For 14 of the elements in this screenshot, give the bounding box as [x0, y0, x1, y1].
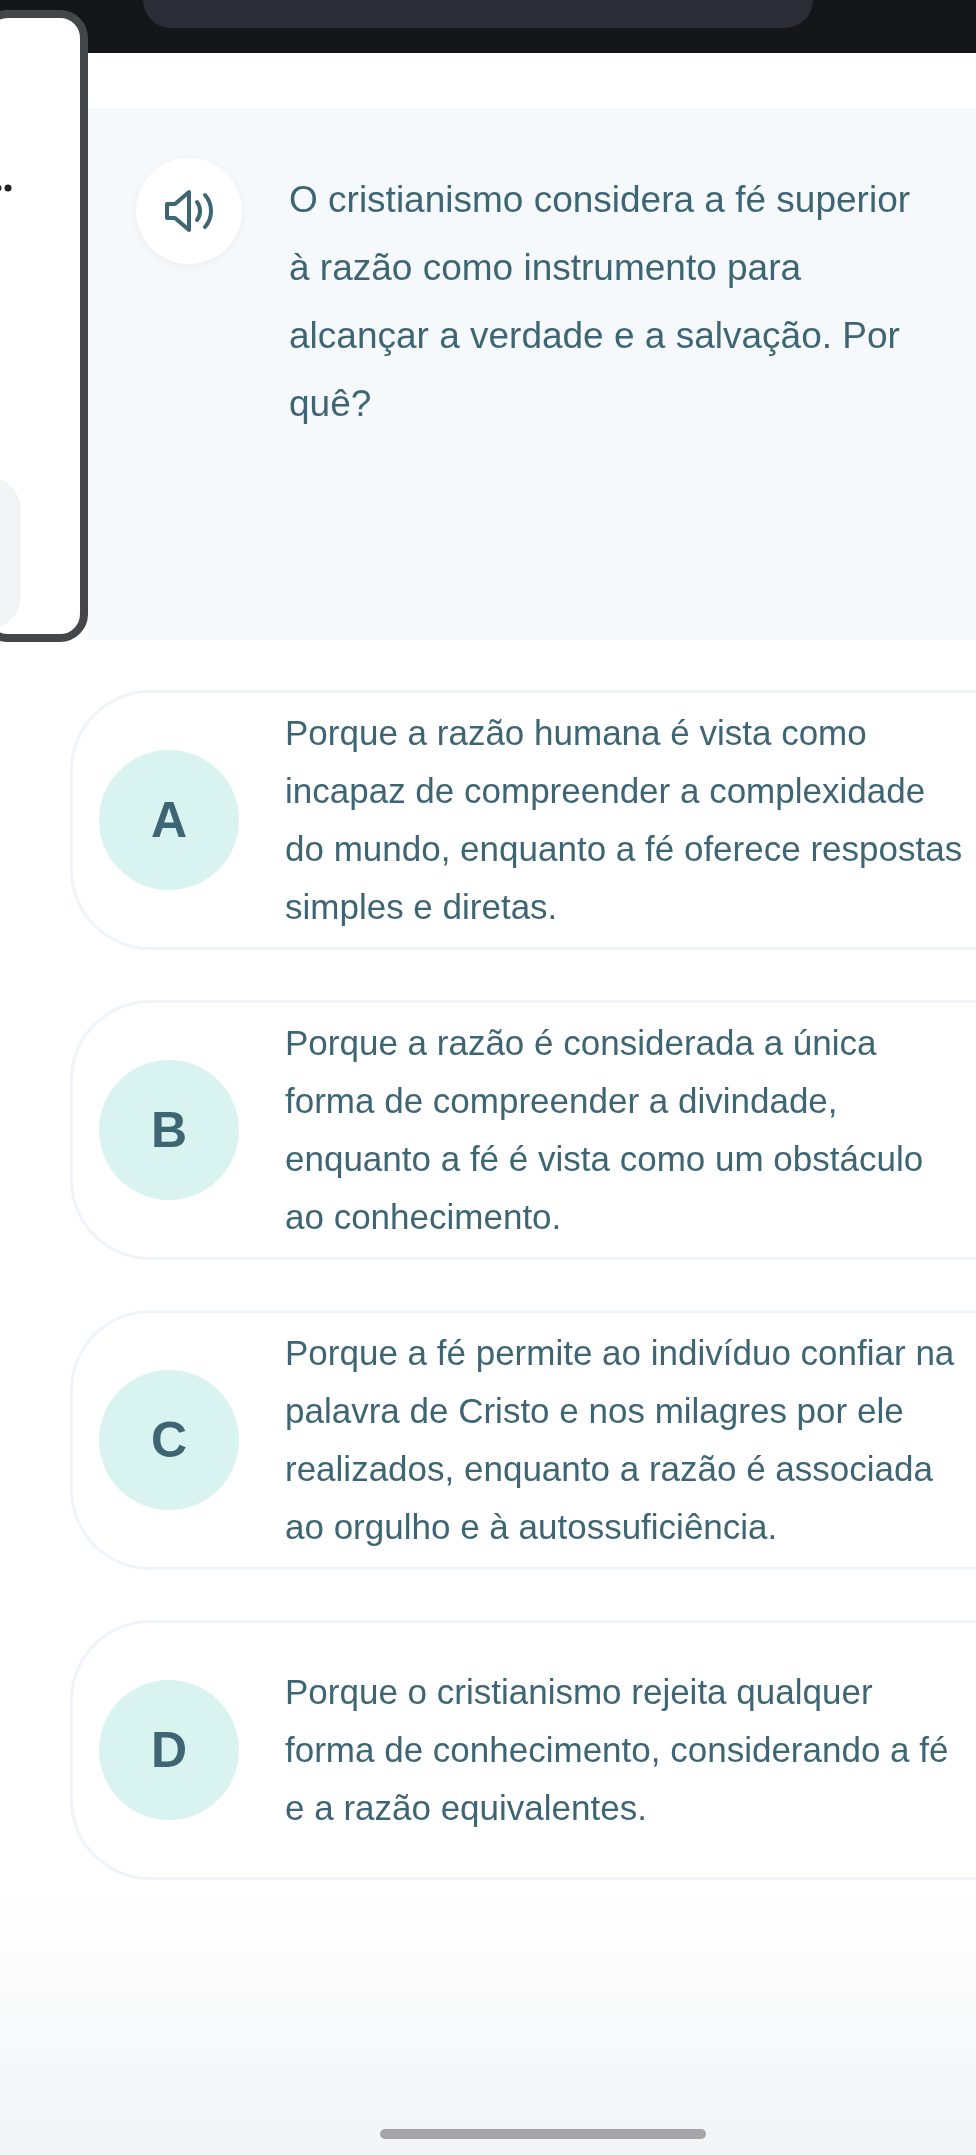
option-text: Porque a fé permite ao indivíduo confiar na palavra de Cristo e nos milagres por ele realizados, enquanto a razão é associada ao orgulho e à autossuficiência. [285, 1332, 956, 1548]
option-text: Porque o cristianismo rejeita qualquer forma de conhecimento, considerando a fé e a razão equivalentes. [285, 1671, 950, 1829]
option-letter: B [99, 1060, 239, 1200]
answer-option[interactable]: D Porque o cristianismo rejeita qualquer forma de conhecimento, considerando a fé e a razão equivalentes. [70, 1620, 976, 1880]
speaker-icon [163, 188, 215, 234]
option-text: Porque a razão é considerada a única forma de compreender a divindade, enquanto a fé é vista como um obstáculo ao conhecimento. [285, 1022, 925, 1238]
option-letter: C [99, 1370, 239, 1510]
option-letter: D [99, 1680, 239, 1820]
answer-option[interactable]: C Porque a fé permite ao indivíduo confiar na palavra de Cristo e nos milagres por ele realizados, enquanto a razão é associada ao orgulho e à autossuficiência. [70, 1310, 976, 1570]
option-letter: A [99, 750, 239, 890]
answer-option[interactable]: A Porque a razão humana é vista como incapaz de compreender a complexidade do mundo, enquanto a fé oferece respostas simples e diretas. [70, 690, 976, 950]
question-text: O cristianismo considera a fé superior à razão como instrumento para alcançar a verdade e a salvação. Por quê? [289, 178, 912, 426]
option-text: Porque a razão humana é vista como incapaz de compreender a complexidade do mundo, enquanto a fé oferece respostas simples e diretas. [285, 712, 964, 928]
answer-option[interactable]: B Porque a razão é considerada a única forma de compreender a divindade, enquanto a fé é vista como um obstáculo ao conhecimento. [70, 1000, 976, 1260]
